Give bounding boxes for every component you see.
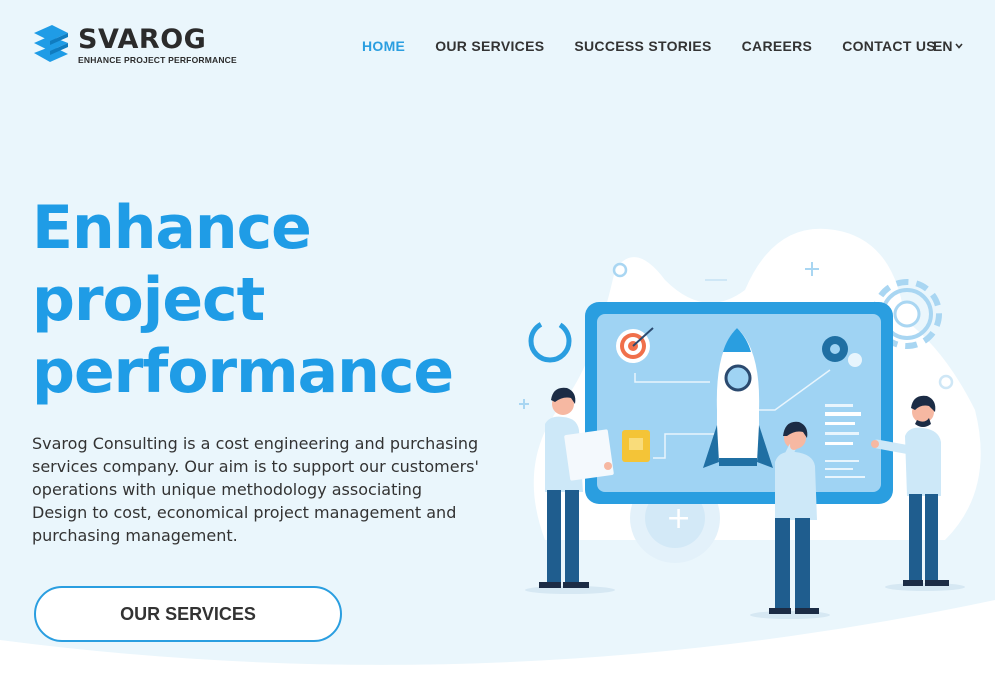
nav-item-careers[interactable]: CAREERS <box>742 38 813 54</box>
svarog-stripes-icon <box>34 25 68 62</box>
nav-item-our-services[interactable]: OUR SERVICES <box>435 38 544 54</box>
svg-text:+: + <box>666 501 691 536</box>
language-label: EN <box>933 38 953 54</box>
nav-item-success-stories[interactable]: SUCCESS STORIES <box>574 38 711 54</box>
hero-description: Svarog Consulting is a cost engineering … <box>32 434 479 545</box>
our-services-button[interactable]: OUR SERVICES <box>34 586 342 642</box>
language-selector[interactable]: EN <box>933 38 964 54</box>
chevron-down-icon <box>955 43 964 49</box>
hero-title-line: project <box>32 265 265 335</box>
main-nav: HOME OUR SERVICES SUCCESS STORIES CAREER… <box>362 38 966 54</box>
nav-item-contact-us[interactable]: CONTACT US <box>842 38 936 54</box>
hero-title-line: Enhance <box>32 193 312 263</box>
hero-title-line: performance <box>32 337 454 407</box>
brand-tagline: ENHANCE PROJECT PERFORMANCE <box>78 54 237 65</box>
hero-title: Enhance project performance <box>32 192 502 408</box>
brand-logo[interactable]: SVAROG ENHANCE PROJECT PERFORMANCE <box>32 25 237 65</box>
hero-illustration: + <box>519 228 981 619</box>
nav-item-home[interactable]: HOME <box>362 38 405 54</box>
brand-name: SVAROG <box>78 23 207 55</box>
